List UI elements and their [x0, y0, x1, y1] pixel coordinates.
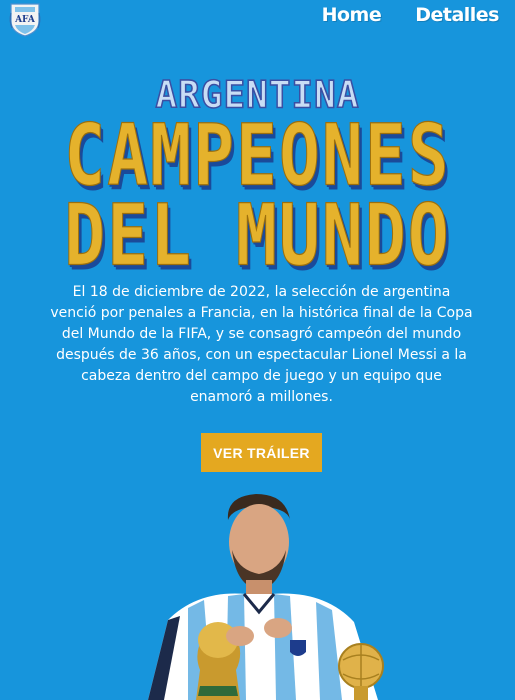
afa-crest-icon[interactable]: AFA: [7, 1, 43, 37]
nav-detalles-link[interactable]: Detalles: [415, 4, 499, 26]
messi-with-trophy-image: [148, 494, 384, 700]
main-nav: Home Detalles: [322, 4, 500, 26]
hero-description: El 18 de diciembre de 2022, la selección…: [50, 284, 473, 405]
page: AFA Home Detalles ARGENTINA CAMPEONES DE…: [0, 0, 515, 700]
nav-home-link[interactable]: Home: [322, 4, 382, 26]
ver-trailer-button[interactable]: VER TRÁILER: [201, 433, 322, 472]
afa-crest-lettering: AFA: [14, 15, 36, 25]
hero-title: ARGENTINA CAMPEONES DEL MUNDO: [0, 73, 515, 279]
title-campeones: CAMPEONES: [64, 107, 451, 206]
title-del-mundo: DEL MUNDO: [64, 187, 451, 286]
svg-text:AFA: AFA: [14, 15, 36, 25]
